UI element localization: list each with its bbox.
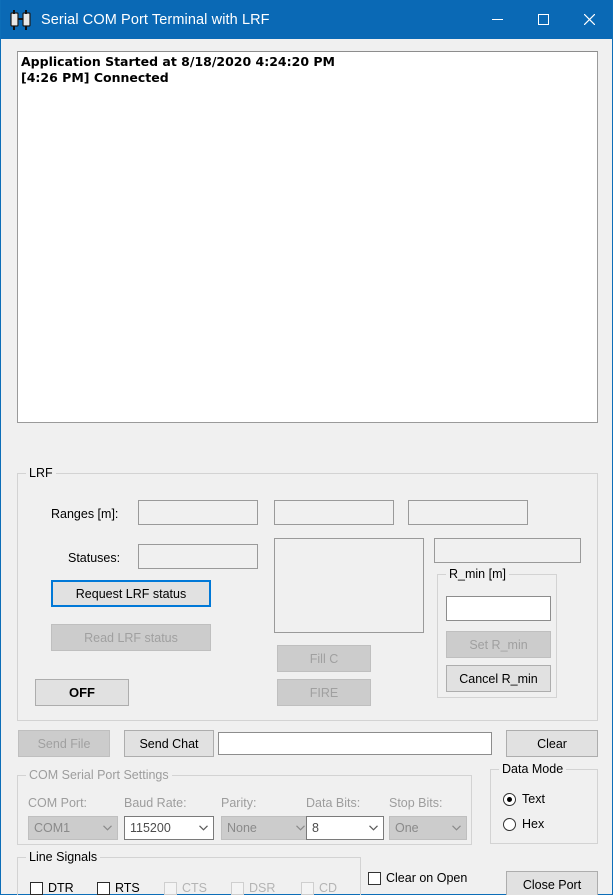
fire-label: FIRE: [309, 685, 339, 700]
cancel-rmin-label: Cancel R_min: [459, 671, 538, 686]
send-chat-label: Send Chat: [139, 736, 199, 751]
range-field-1[interactable]: [138, 500, 258, 525]
fill-c-label: Fill C: [309, 651, 339, 666]
range-field-2[interactable]: [274, 500, 394, 525]
ranges-label: Ranges [m]:: [51, 507, 119, 521]
chevron-down-icon[interactable]: [363, 825, 383, 831]
cancel-rmin-button[interactable]: Cancel R_min: [446, 665, 551, 692]
checkbox-icon: [301, 881, 314, 895]
chat-input[interactable]: [218, 732, 492, 755]
checkbox-dsr-label: DSR: [249, 881, 276, 895]
checkbox-cts-label: CTS: [182, 881, 207, 895]
checkbox-cts: CTS: [164, 881, 207, 895]
rmin-group-legend: R_min [m]: [446, 567, 509, 581]
status-field-3[interactable]: [434, 538, 581, 563]
data-bits-select[interactable]: 8: [306, 816, 384, 840]
send-chat-button[interactable]: Send Chat: [124, 730, 214, 757]
client-area: Application Started at 8/18/2020 4:24:20…: [1, 39, 612, 895]
checkbox-rts[interactable]: RTS: [97, 881, 140, 895]
off-button-label: OFF: [69, 685, 95, 700]
set-rmin-button: Set R_min: [446, 631, 551, 658]
checkbox-icon: [97, 881, 110, 895]
range-field-3[interactable]: [408, 500, 528, 525]
status-field-1[interactable]: [138, 544, 258, 569]
checkbox-icon: [231, 881, 244, 895]
parity-label: Parity:: [221, 796, 257, 810]
baud-rate-select[interactable]: 115200: [124, 816, 214, 840]
checkbox-clear-on-open[interactable]: Clear on Open: [368, 871, 467, 885]
title-bar[interactable]: Serial COM Port Terminal with LRF: [1, 0, 612, 39]
chevron-down-icon: [97, 825, 117, 831]
parity-value: None: [227, 821, 257, 835]
window-controls: [474, 0, 612, 39]
stop-bits-label: Stop Bits:: [389, 796, 443, 810]
read-lrf-status-button: Read LRF status: [51, 624, 211, 651]
status-field-2[interactable]: [274, 538, 424, 633]
line-signals-legend: Line Signals: [26, 850, 101, 864]
lrf-group-legend: LRF: [26, 466, 56, 480]
off-button[interactable]: OFF: [35, 679, 129, 706]
chevron-down-icon[interactable]: [193, 825, 213, 831]
checkbox-icon: [164, 881, 177, 895]
maximize-icon[interactable]: [520, 0, 566, 39]
checkbox-dtr-label: DTR: [48, 881, 74, 895]
close-port-button[interactable]: Close Port: [506, 871, 598, 895]
window-title: Serial COM Port Terminal with LRF: [41, 11, 270, 28]
clear-button-label: Clear: [537, 736, 567, 751]
com-port-select: COM1: [28, 816, 118, 840]
close-icon[interactable]: [566, 0, 612, 39]
radio-hex-label: Hex: [522, 817, 545, 831]
chevron-down-icon: [446, 825, 466, 831]
checkbox-rts-label: RTS: [115, 881, 140, 895]
fill-c-button: Fill C: [277, 645, 371, 672]
request-lrf-status-button[interactable]: Request LRF status: [51, 580, 211, 607]
radio-text-label: Text: [522, 792, 545, 806]
fire-button: FIRE: [277, 679, 371, 706]
statuses-label: Statuses:: [68, 551, 121, 565]
parity-select: None: [221, 816, 311, 840]
data-bits-value: 8: [312, 821, 319, 835]
minimize-icon[interactable]: [474, 0, 520, 39]
set-rmin-label: Set R_min: [469, 637, 528, 652]
read-lrf-status-label: Read LRF status: [84, 630, 178, 645]
data-bits-label: Data Bits:: [306, 796, 361, 810]
radio-off-icon: [503, 817, 516, 831]
serial-port-icon: [10, 9, 32, 30]
rmin-input[interactable]: [446, 596, 551, 621]
log-line: Application Started at 8/18/2020 4:24:20…: [21, 54, 335, 69]
stop-bits-value: One: [395, 821, 419, 835]
checkbox-cd: CD: [301, 881, 337, 895]
log-line: [4:26 PM] Connected: [21, 69, 169, 85]
radio-text[interactable]: Text: [503, 792, 545, 806]
send-file-button: Send File: [18, 730, 110, 757]
checkbox-dsr: DSR: [231, 881, 275, 895]
baud-rate-label: Baud Rate:: [124, 796, 187, 810]
radio-on-icon: [503, 792, 516, 806]
request-lrf-status-label: Request LRF status: [75, 586, 187, 601]
data-mode-legend: Data Mode: [499, 762, 567, 776]
send-file-label: Send File: [37, 736, 91, 751]
checkbox-icon: [368, 871, 381, 885]
baud-rate-value: 115200: [130, 821, 171, 835]
com-settings-group: COM Serial Port Settings COM Port: COM1 …: [17, 768, 472, 845]
checkbox-cd-label: CD: [319, 881, 338, 895]
line-signals-group: Line Signals DTR RTS CTS DSR CD: [17, 850, 361, 895]
close-port-label: Close Port: [522, 877, 582, 892]
rmin-group: R_min [m] Set R_min Cancel R_min: [437, 567, 557, 698]
terminal-log[interactable]: Application Started at 8/18/2020 4:24:20…: [17, 51, 598, 423]
com-port-value: COM1: [34, 821, 71, 835]
clear-button[interactable]: Clear: [506, 730, 598, 757]
checkbox-icon: [30, 881, 43, 895]
com-port-label: COM Port:: [28, 796, 88, 810]
com-settings-legend: COM Serial Port Settings: [26, 768, 172, 782]
radio-hex[interactable]: Hex: [503, 817, 544, 831]
data-mode-group: Data Mode Text Hex: [490, 762, 598, 844]
checkbox-dtr[interactable]: DTR: [30, 881, 74, 895]
stop-bits-select: One: [389, 816, 467, 840]
checkbox-clear-on-open-label: Clear on Open: [386, 871, 468, 885]
